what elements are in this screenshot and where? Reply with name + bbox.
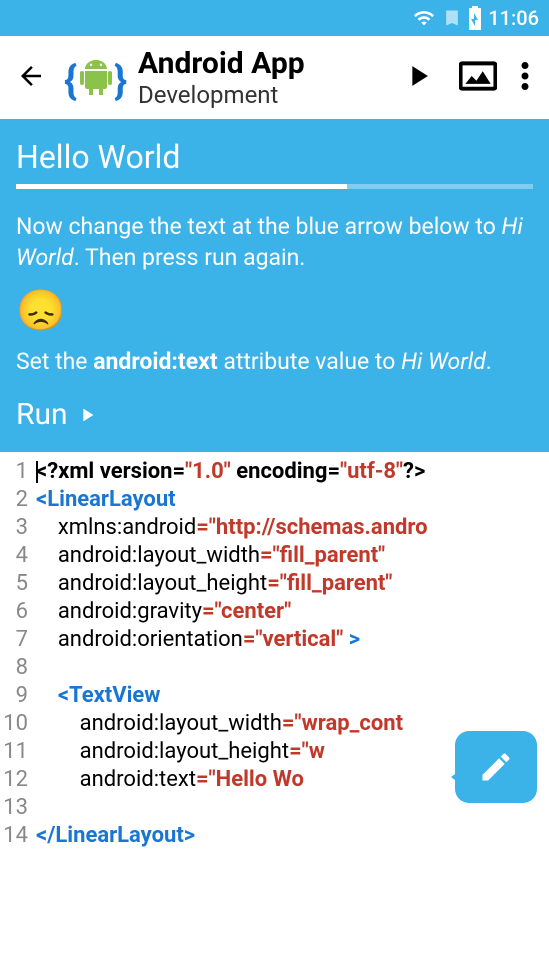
instruction-hint: Set the android:text attribute value to … (16, 348, 533, 375)
app-logo: { } (64, 46, 128, 110)
lesson-title: Hello World (16, 138, 533, 176)
wifi-icon (412, 7, 436, 29)
code-line[interactable]: 7 android:orientation="vertical" > (0, 626, 549, 654)
code-line[interactable]: 3 xmlns:android="http://schemas.andro (0, 514, 549, 542)
overflow-menu-button[interactable] (521, 62, 529, 94)
progress-bar (16, 184, 533, 189)
code-line[interactable]: 8 (0, 654, 549, 682)
back-button[interactable] (8, 53, 54, 103)
code-line[interactable]: 1<?xml version="1.0" encoding="utf-8"?> (0, 458, 549, 486)
pencil-icon (478, 749, 514, 785)
code-line[interactable]: 5 android:layout_height="fill_parent" (0, 570, 549, 598)
svg-text:}: } (114, 57, 127, 104)
app-title: Android App Development (138, 46, 391, 109)
play-button[interactable] (401, 59, 435, 97)
status-bar: 11:06 (0, 0, 549, 36)
sim-icon (442, 7, 462, 29)
app-title-line2: Development (138, 81, 391, 109)
code-line[interactable]: 6 android:gravity="center" (0, 598, 549, 626)
instruction-text: Now change the text at the blue arrow be… (16, 211, 533, 273)
app-bar: { } Android App Development (0, 36, 549, 120)
code-line[interactable]: 4 android:layout_width="fill_parent" (0, 542, 549, 570)
status-emoji: 😞 (16, 287, 533, 334)
battery-charging-icon (468, 6, 482, 30)
image-button[interactable] (459, 61, 497, 95)
edit-fab[interactable] (443, 727, 543, 827)
app-title-line1: Android App (138, 46, 391, 81)
code-line[interactable]: 2<LinearLayout (0, 486, 549, 514)
svg-text:{: { (64, 57, 77, 104)
instruction-panel: Hello World Now change the text at the b… (0, 120, 549, 452)
code-line[interactable]: 9 <TextView (0, 682, 549, 710)
status-time: 11:06 (488, 6, 539, 30)
run-button[interactable]: Run (16, 397, 98, 432)
